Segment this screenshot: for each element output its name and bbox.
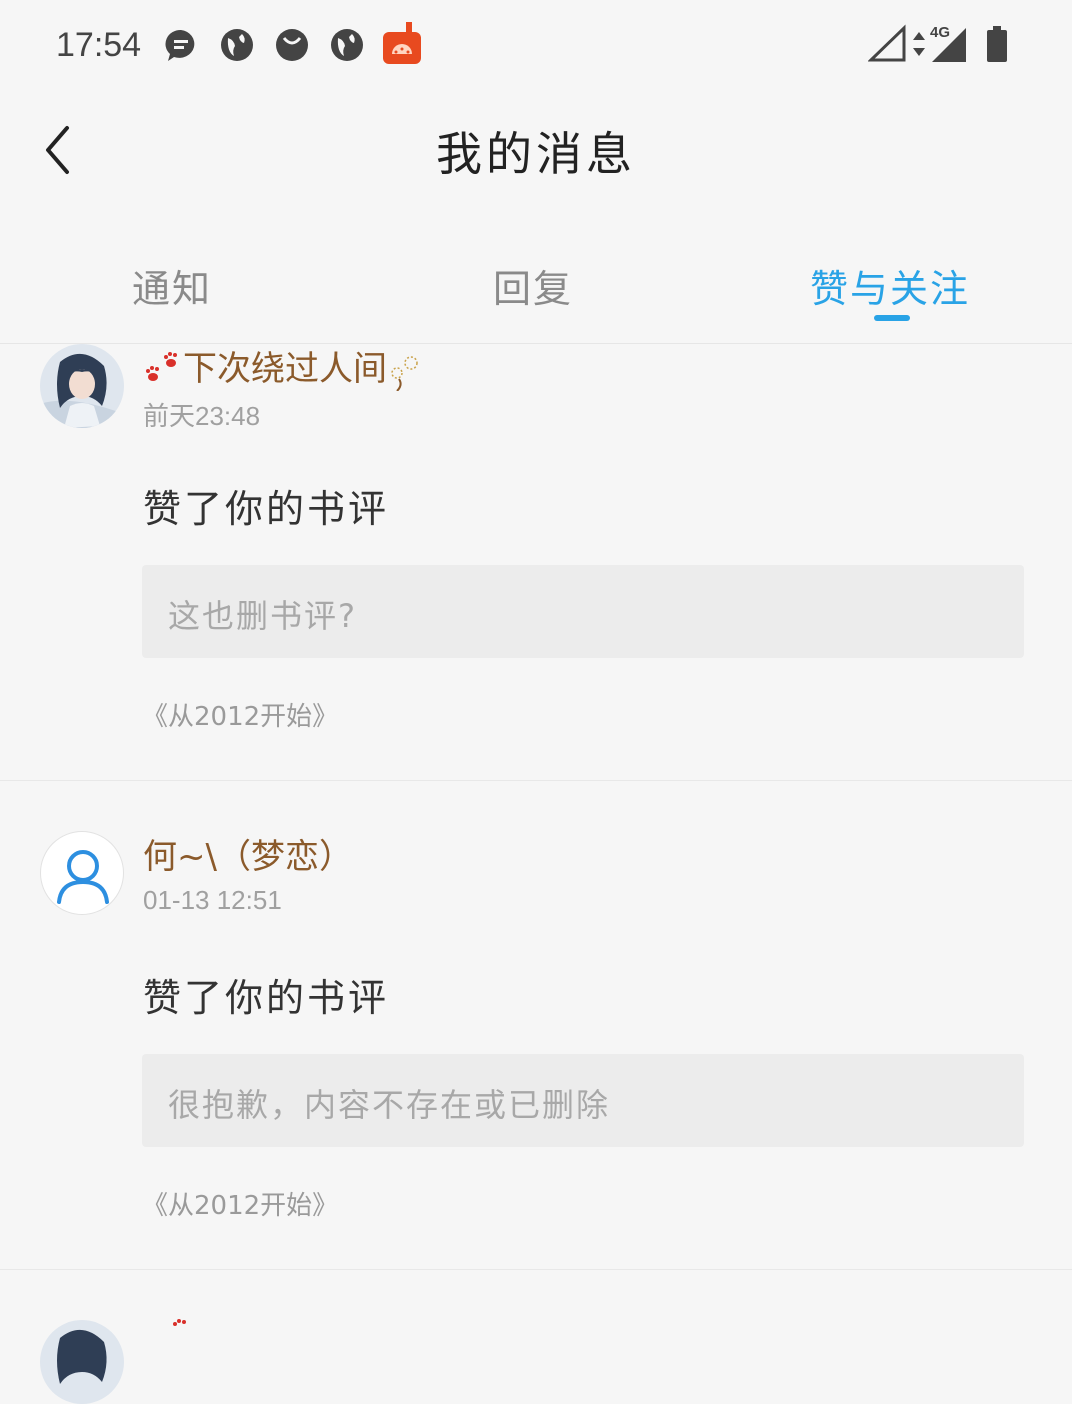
paw-print-icon [152, 1318, 192, 1352]
user-name-row[interactable]: 下次绕过人间 [143, 341, 423, 392]
moon-icon [275, 28, 309, 62]
battery-icon [986, 26, 1008, 66]
data-arrows-icon [912, 30, 926, 62]
message-list: 下次绕过人间 前天23:48 赞了你的书评 这也删书评? 《从2012开始》 何… [0, 344, 1072, 1404]
quoted-review-text: 很抱歉，内容不存在或已删除 [168, 1086, 611, 1124]
message-bubble-icon [164, 28, 198, 62]
timestamp: 01-13 12:51 [143, 885, 282, 915]
status-bar: 17:54 4G [0, 0, 1072, 90]
page-title: 我的消息 [436, 127, 636, 181]
tab-replies[interactable]: 回复 [493, 258, 573, 313]
timestamp: 前天23:48 [143, 401, 261, 431]
book-title-link[interactable]: 《从2012开始》 [142, 1185, 338, 1222]
paw-print-icon [146, 351, 177, 381]
globe-icon [220, 28, 254, 62]
user-name: 下次绕过人间 [183, 349, 387, 389]
globe-icon [330, 28, 364, 62]
signal-wifi-icon [867, 24, 908, 68]
anime-avatar[interactable] [40, 344, 124, 428]
active-tab-indicator [874, 315, 910, 321]
header: 我的消息 [0, 90, 1072, 210]
tab-notifications[interactable]: 通知 [132, 258, 212, 313]
quoted-review[interactable]: 这也删书评? [142, 565, 1024, 658]
quoted-review[interactable]: 很抱歉，内容不存在或已删除 [142, 1054, 1024, 1147]
network-type-label: 4G [930, 24, 951, 41]
tab-bar: 通知 回复 赞与关注 [0, 240, 1072, 344]
tomato-app-icon [382, 22, 422, 64]
default-user-icon[interactable] [40, 831, 124, 915]
action-text: 赞了你的书评 [143, 487, 390, 531]
list-item[interactable] [0, 1270, 1072, 1404]
bubbles-decoration-icon [391, 355, 418, 392]
list-item[interactable]: 下次绕过人间 前天23:48 赞了你的书评 这也删书评? 《从2012开始》 [0, 344, 1072, 781]
tab-likes-follows[interactable]: 赞与关注 [810, 258, 970, 313]
anime-avatar[interactable] [40, 1320, 124, 1404]
status-time: 17:54 [56, 26, 142, 64]
user-name[interactable]: 何~\（梦恋） [143, 829, 353, 878]
quoted-review-text: 这也删书评? [168, 597, 357, 635]
action-text: 赞了你的书评 [143, 976, 390, 1020]
list-item[interactable]: 何~\（梦恋） 01-13 12:51 赞了你的书评 很抱歉，内容不存在或已删除… [0, 781, 1072, 1270]
book-title-link[interactable]: 《从2012开始》 [142, 696, 338, 733]
